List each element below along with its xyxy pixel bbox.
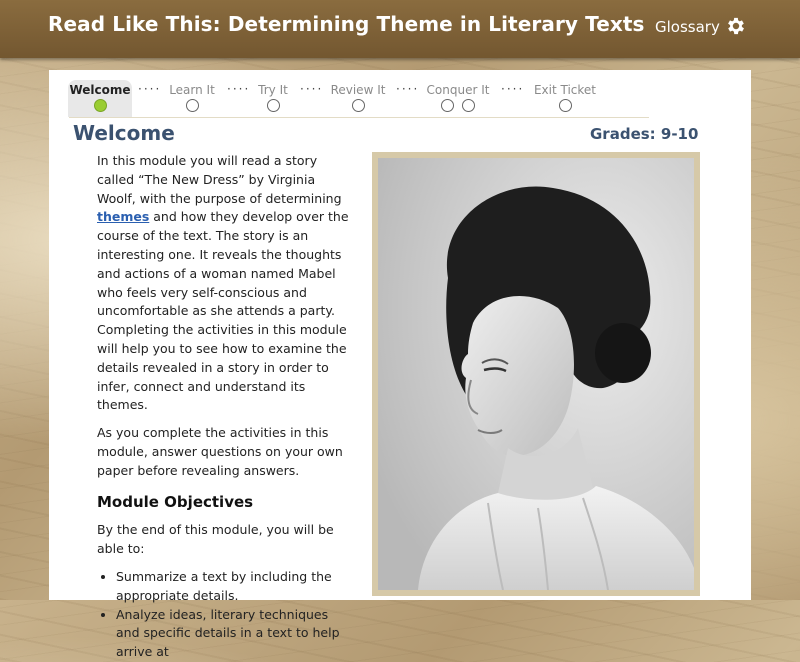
gear-icon[interactable] xyxy=(725,15,747,37)
list-item: Analyze ideas, literary techniques and s… xyxy=(116,606,353,662)
progress-circle xyxy=(558,99,572,112)
nav-separator: ···· xyxy=(501,82,525,96)
tab-welcome[interactable]: Welcome xyxy=(68,80,132,117)
tab-exit-ticket[interactable]: Exit Ticket xyxy=(529,80,601,117)
grade-level: Grades: 9-10 xyxy=(590,125,699,143)
page-title: Welcome xyxy=(73,121,175,145)
progress-circle-complete xyxy=(93,99,107,112)
glossary-term-link[interactable]: themes xyxy=(97,209,149,224)
objectives-intro: By the end of this module, you will be a… xyxy=(97,522,334,557)
instructions-paragraph: As you complete the activities in this m… xyxy=(97,425,343,478)
nav-separator: ···· xyxy=(300,82,324,96)
nav-separator: ···· xyxy=(227,82,251,96)
progress-circle xyxy=(441,99,454,112)
nav-separator: ···· xyxy=(396,82,420,96)
intro-paragraph: In this module you will read a story cal… xyxy=(97,153,349,413)
nav-divider xyxy=(69,117,649,118)
portrait-illustration xyxy=(378,158,694,590)
tab-review-it[interactable]: Review It xyxy=(326,80,390,117)
progress-circle xyxy=(351,99,365,112)
module-title: Read Like This: Determining Theme in Lit… xyxy=(48,12,645,36)
body-text: In this module you will read a story cal… xyxy=(97,152,353,662)
top-bar: Read Like This: Determining Theme in Lit… xyxy=(0,0,800,58)
tab-try-it[interactable]: Try It xyxy=(253,80,293,117)
tab-conquer-it[interactable]: Conquer It xyxy=(422,80,494,117)
objectives-list: Summarize a text by including the approp… xyxy=(97,568,353,662)
tab-learn-it[interactable]: Learn It xyxy=(165,80,219,117)
glossary-link[interactable]: Glossary xyxy=(655,18,720,36)
objectives-heading: Module Objectives xyxy=(97,492,254,511)
tab-label: Learn It xyxy=(169,83,215,97)
author-portrait xyxy=(378,158,694,590)
progress-circle xyxy=(266,99,280,112)
tab-label: Review It xyxy=(330,83,386,97)
tab-label: Welcome xyxy=(69,83,131,97)
content-panel: Welcome ···· Learn It ···· Try It ···· R… xyxy=(49,70,751,659)
progress-circle xyxy=(185,99,199,112)
tab-label: Try It xyxy=(258,83,288,97)
tab-label: Conquer It xyxy=(426,83,490,97)
tab-label: Exit Ticket xyxy=(533,83,597,97)
nav-separator: ···· xyxy=(138,82,162,96)
portrait-frame xyxy=(372,152,700,596)
progress-circle xyxy=(462,99,475,112)
